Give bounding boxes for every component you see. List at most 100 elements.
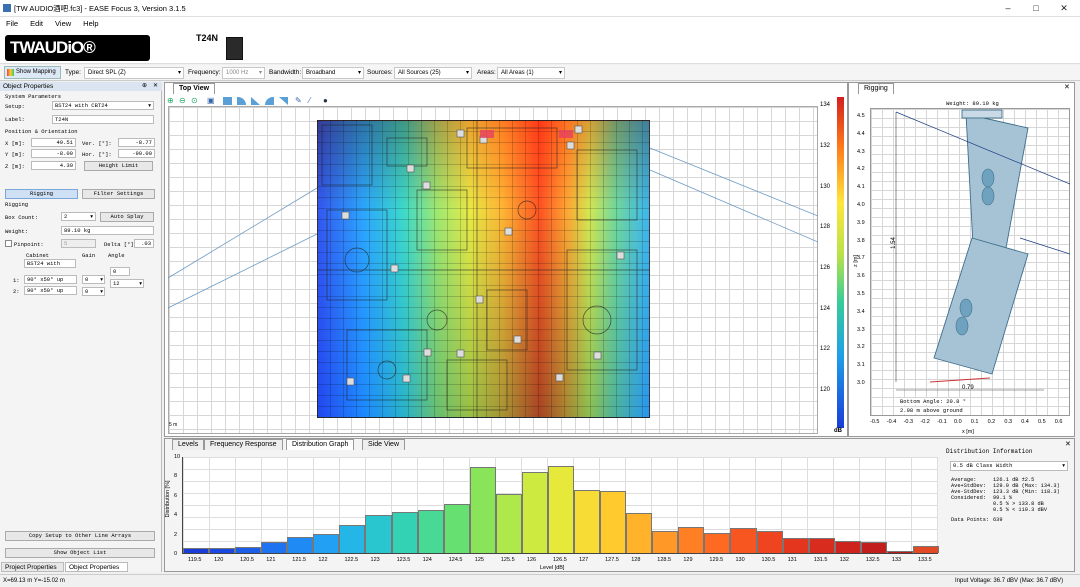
rig-y-tick: 4.3 [857, 148, 865, 155]
menu-edit[interactable]: Edit [24, 17, 49, 30]
tab-distribution-graph[interactable]: Distribution Graph [286, 439, 355, 450]
rigging-close-icon[interactable]: ✕ [1064, 83, 1070, 91]
histogram-x-tick: 131 [787, 557, 797, 563]
gain-2-select[interactable]: 0 ▾ [82, 287, 105, 296]
close-button[interactable]: ✕ [1050, 1, 1078, 15]
bandwidth-select[interactable]: Broadband ▾ [302, 67, 364, 79]
show-mapping-button[interactable]: Show Mapping [4, 66, 61, 79]
chevron-down-icon: ▾ [258, 70, 262, 76]
angle-0-input[interactable]: 0 [110, 267, 130, 276]
rig-y-tick: 4.0 [857, 202, 865, 208]
speaker-icon [226, 37, 243, 60]
ver-label: Ver. [°]: [82, 140, 112, 147]
class-width-select[interactable]: 0.5 dB Class Width ▾ [950, 461, 1068, 471]
histogram-x-tick: 122.5 [344, 557, 359, 563]
colorbar-unit: dB [834, 428, 842, 434]
rig-x-tick: -0.5 [870, 419, 880, 425]
type-select[interactable]: Direct SPL (Z) ▾ [84, 67, 184, 79]
tab-frequency-response[interactable]: Frequency Response [204, 439, 283, 450]
cabinet-2-value: 90° x50° up [27, 287, 64, 294]
shape-triangle-icon[interactable] [251, 97, 260, 105]
shape-arc-icon[interactable] [237, 97, 246, 105]
histogram-bar [886, 551, 913, 553]
tab-top-view[interactable]: Top View [173, 83, 216, 94]
shape-arc2-icon[interactable] [265, 97, 274, 105]
panel-close-icon[interactable]: ✕ [153, 82, 158, 89]
height-limit-button[interactable]: Height Limit [84, 161, 153, 171]
copy-setup-button[interactable]: Copy Setup to Other Line Arrays [5, 531, 155, 541]
speaker-name: T24N [196, 33, 219, 43]
rig-x-tick: 0.4 [1021, 419, 1029, 425]
pinpoint-checkbox[interactable] [5, 240, 12, 247]
zoom-fit-icon[interactable]: ⊙ [191, 96, 198, 105]
rig-y-tick: 3.4 [857, 308, 865, 315]
histogram-x-tick: 132.5 [865, 557, 880, 563]
stat-row: 0.5 % < 119.3 dBV [951, 507, 1071, 513]
pin-icon[interactable]: ⊕ [142, 82, 147, 89]
tab-rigging[interactable]: Rigging [858, 83, 894, 94]
stat-value: 0.5 % < 119.3 dBV [993, 507, 1048, 513]
rig-y-tick: 4.1 [857, 184, 865, 191]
x-input[interactable]: 49.51 [31, 138, 76, 147]
tab-object-properties[interactable]: Object Properties [65, 562, 128, 572]
filter-settings-button[interactable]: Filter Settings [82, 189, 155, 199]
minimize-button[interactable]: – [994, 1, 1022, 15]
rigging-button[interactable]: Rigging [5, 189, 78, 199]
delta-input[interactable]: .03 [134, 239, 154, 248]
distribution-info-heading: Distribution Information [946, 448, 1033, 455]
maximize-button[interactable]: □ [1022, 1, 1050, 15]
hor-input[interactable]: -90.00 [118, 149, 155, 158]
results-close-icon[interactable]: ✕ [1065, 440, 1071, 448]
histogram-x-tick: 124.5 [448, 557, 463, 563]
tab-side-view[interactable]: Side View [362, 439, 406, 450]
histogram-bar [834, 541, 861, 553]
chevron-down-icon: ▾ [100, 276, 103, 283]
panel-title: Object Properties [3, 83, 54, 90]
chevron-down-icon: ▾ [357, 70, 361, 76]
gain-column-header: Gain [82, 252, 96, 259]
areas-select[interactable]: All Areas (1) ▾ [497, 67, 565, 79]
cabinet-1-value: 90° x50° up [27, 276, 64, 283]
shape-rect-icon[interactable] [223, 97, 232, 105]
view-toolbar: ⊕ ⊖ ⊙ ▣ ✎ ⁄ ● [167, 96, 337, 106]
zoom-out-icon[interactable]: ⊖ [179, 96, 186, 105]
tab-project-properties[interactable]: Project Properties [1, 562, 64, 572]
setup-select[interactable]: BST24 with CBT24 ▾ [52, 101, 154, 110]
cabinet-2-select[interactable]: 90° x50° up [24, 286, 77, 295]
pinpoint-select[interactable]: 5 [61, 239, 96, 248]
histogram-bar [626, 513, 653, 553]
histogram-bar [443, 503, 470, 553]
box-count-select[interactable]: 2 ▾ [61, 212, 96, 221]
marker-icon[interactable]: ● [323, 96, 328, 105]
gain-2-value: 0 [85, 288, 89, 295]
histogram-bar [339, 524, 366, 553]
frequency-select[interactable]: 1000 Hz ▾ [222, 67, 265, 79]
zoom-in-icon[interactable]: ⊕ [167, 96, 174, 105]
menu-file[interactable]: File [0, 17, 24, 30]
setup-label: Setup: [5, 103, 25, 110]
gain-1-select[interactable]: 0 ▾ [82, 275, 105, 284]
z-input[interactable]: 4.30 [31, 161, 76, 170]
floor-plan-drawing [317, 120, 650, 418]
pen-icon[interactable]: ✎ [295, 96, 302, 105]
auto-splay-button[interactable]: Auto Splay [100, 212, 154, 222]
histogram-y-tick: 8 [174, 473, 178, 480]
rig-width-dim: 0.79 [962, 385, 974, 391]
y-input[interactable]: -8.00 [31, 149, 76, 158]
tab-levels[interactable]: Levels [172, 439, 205, 450]
shape-triangle2-icon[interactable] [279, 97, 288, 105]
measure-icon[interactable]: ⁄ [309, 96, 310, 105]
label-input[interactable]: T24N [52, 115, 154, 124]
menu-help[interactable]: Help [77, 17, 104, 30]
cabinet-1-select[interactable]: 90° x50° up [24, 275, 77, 284]
ver-input[interactable]: -8.77 [118, 138, 155, 147]
sources-select[interactable]: All Sources (25) ▾ [394, 67, 472, 79]
distribution-info: Distribution Information 0.5 dB Class Wi… [946, 448, 1074, 523]
histogram-x-tick: 124 [422, 557, 432, 563]
histogram-x-tick: 131.5 [813, 557, 828, 563]
angle-1-select[interactable]: 12 ▾ [110, 279, 144, 288]
select-icon[interactable]: ▣ [207, 96, 215, 105]
menu-view[interactable]: View [49, 17, 77, 30]
show-object-list-button[interactable]: Show Object List [5, 548, 155, 558]
histogram-y-tick: 0 [174, 551, 178, 557]
